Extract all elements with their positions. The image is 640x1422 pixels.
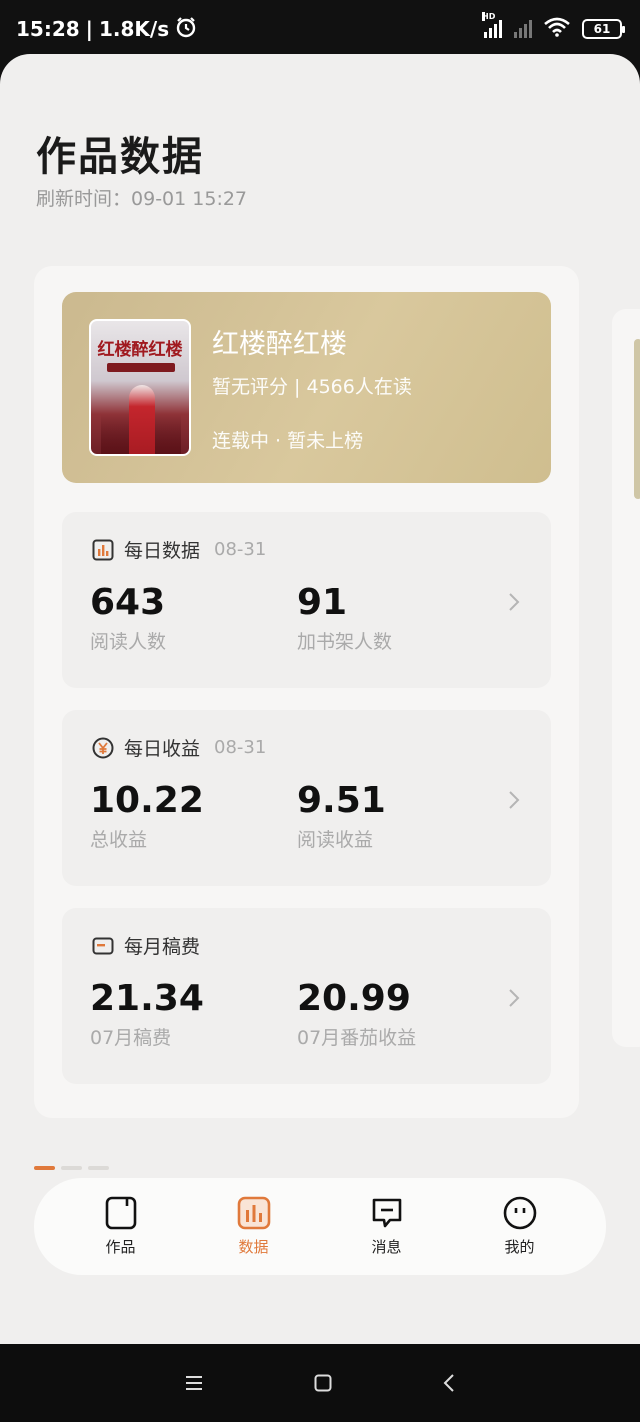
cover-subtitle-band [107,363,175,372]
daily-data-title: 每日数据 [124,540,201,562]
status-bar: 15:28 | 1.8K/s HD 61 [0,0,640,58]
alarm-icon [175,16,197,43]
chevron-right-icon[interactable] [507,788,521,812]
fanqie-income-value: 20.99 [297,978,411,1019]
tab-data[interactable]: 数据 [214,1196,294,1257]
readers-metric: 643 阅读人数 [90,582,166,654]
cellular-signal-icon: HD [482,12,502,38]
tab-works[interactable]: 作品 [81,1196,161,1257]
daily-income-card[interactable]: 每日收益 08-31 10.22 总收益 9.51 阅读收益 [62,710,551,886]
book-cover[interactable]: 红楼醉红楼 [89,319,191,456]
status-left: 15:28 | 1.8K/s [16,16,197,43]
status-speed: 1.8K/s [98,17,170,41]
total-income-value: 10.22 [90,780,204,821]
daily-data-date: 08-31 [214,539,267,560]
book-name: 红楼醉红楼 [212,329,347,360]
battery-icon: 61 [582,19,625,39]
hd-label: HD [482,12,496,21]
message-icon [372,1198,401,1228]
status-separator: | [85,17,93,41]
total-income-metric: 10.22 总收益 [90,780,204,852]
reading-income-value: 9.51 [297,780,386,821]
status-right: HD 61 [482,12,625,42]
total-income-label: 总收益 [90,829,148,851]
cover-title: 红楼醉红楼 [97,340,183,360]
daily-income-date: 08-31 [214,737,267,758]
profile-icon [503,1196,536,1230]
wallet-icon [92,935,114,957]
reading-income-label: 阅读收益 [297,829,374,851]
cellular-signal-2-icon [514,20,532,38]
tab-messages[interactable]: 消息 [347,1196,427,1257]
back-icon[interactable] [442,1373,456,1393]
fanqie-income-metric: 20.99 07月番茄收益 [297,978,416,1050]
reading-income-metric: 9.51 阅读收益 [297,780,386,852]
tab-works-label: 作品 [105,1238,136,1256]
readers-label: 阅读人数 [90,631,167,653]
bottom-tab-bar: 作品 数据 消息 我的 [34,1178,606,1275]
chevron-right-icon[interactable] [507,986,521,1010]
battery-level: 61 [593,22,611,36]
bookshelf-label: 加书架人数 [297,631,393,653]
daily-income-header: 每日收益 08-31 [92,734,266,761]
daily-data-card[interactable]: 每日数据 08-31 643 阅读人数 91 加书架人数 [62,512,551,688]
bookshelf-value: 91 [297,582,348,623]
page-dot [88,1166,109,1170]
book-rating: 暂无评分 | 4566人在读 [212,376,412,398]
cover-figure [129,385,155,454]
book-icon [105,1196,136,1230]
tab-messages-label: 消息 [371,1238,402,1256]
bar-chart-icon [92,539,114,561]
daily-income-title: 每日收益 [124,738,201,760]
yen-coin-icon [92,737,114,759]
refresh-label: 刷新时间： [36,188,132,210]
system-nav-bar [0,1344,640,1422]
page-indicator [34,1166,109,1170]
fanqie-income-label: 07月番茄收益 [297,1027,417,1049]
monthly-fee-title: 每月稿费 [124,936,201,958]
book-card[interactable]: 红楼醉红楼 红楼醉红楼 暂无评分 | 4566人在读 连载中 · 暂未上榜 [62,292,551,483]
chart-icon [237,1196,270,1230]
readers-value: 643 [90,582,166,623]
phone-screen: 15:28 | 1.8K/s HD 61 作品数据 刷新时间：09-01 15:… [0,0,640,1422]
tab-profile-label: 我的 [504,1238,535,1256]
chevron-right-icon[interactable] [507,590,521,614]
menu-icon[interactable] [184,1374,204,1392]
next-card-peek[interactable] [612,309,640,1047]
wifi-icon [544,17,570,42]
work-data-card: 红楼醉红楼 红楼醉红楼 暂无评分 | 4566人在读 连载中 · 暂未上榜 每日… [34,266,579,1118]
book-status: 连载中 · 暂未上榜 [212,430,364,452]
app-surface: 作品数据 刷新时间：09-01 15:27 红楼醉红楼 红楼醉红楼 暂无评分 |… [0,54,640,1344]
fee-label: 07月稿费 [90,1027,172,1049]
page-dot-active [34,1166,55,1170]
fee-metric: 21.34 07月稿费 [90,978,204,1050]
home-icon[interactable] [313,1373,333,1393]
fee-value: 21.34 [90,978,204,1019]
page-dot [61,1166,82,1170]
bookshelf-metric: 91 加书架人数 [297,582,392,654]
refresh-time: 刷新时间：09-01 15:27 [36,184,247,211]
page-title: 作品数据 [36,133,204,180]
monthly-fee-card[interactable]: 每月稿费 21.34 07月稿费 20.99 07月番茄收益 [62,908,551,1084]
monthly-fee-header: 每月稿费 [92,932,200,959]
daily-data-header: 每日数据 08-31 [92,536,266,563]
tab-profile[interactable]: 我的 [480,1196,560,1257]
tab-data-label: 数据 [238,1238,269,1256]
status-time: 15:28 [16,17,80,41]
refresh-value: 09-01 15:27 [131,188,248,210]
